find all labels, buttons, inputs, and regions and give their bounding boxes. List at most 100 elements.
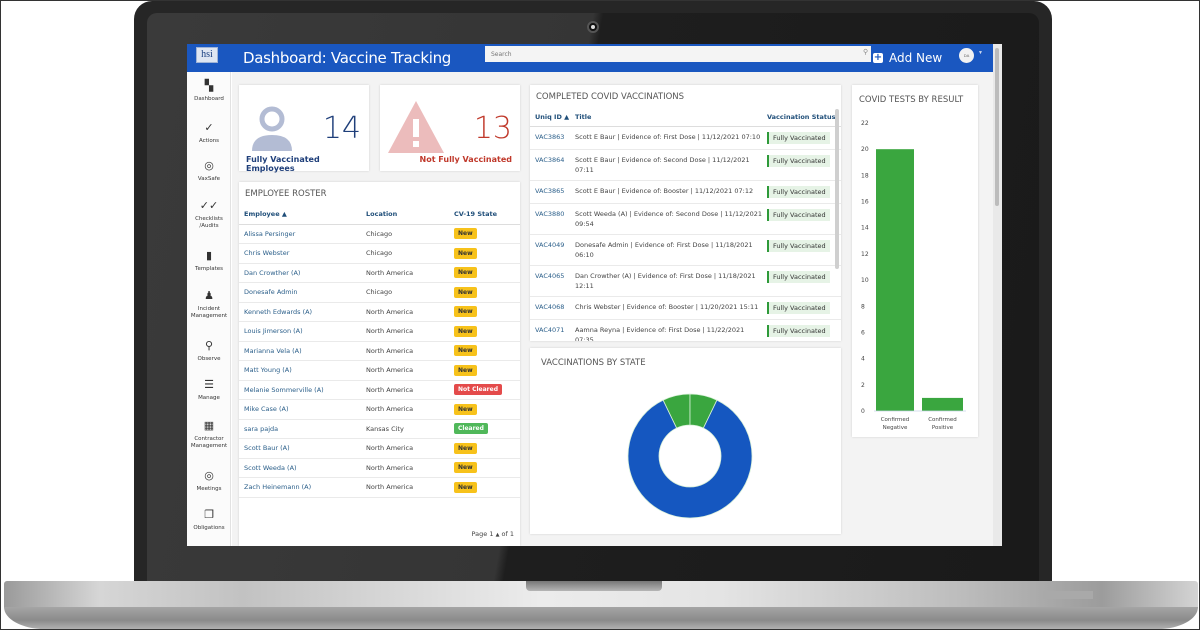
vaccination-id-link[interactable]: VAC4065 (530, 265, 570, 297)
bar-confirmed-negative[interactable] (876, 149, 914, 411)
column-header-vaccination-status[interactable]: Vaccination Status (762, 108, 841, 127)
sidebar-item-vaxsafe[interactable]: ◎ VaxSafe (187, 160, 231, 183)
employee-name[interactable]: Donesafe Admin (239, 282, 361, 303)
column-header-cv19-state[interactable]: CV-19 State (449, 205, 520, 225)
employee-name[interactable]: Scott Weeda (A) (239, 458, 361, 478)
sidebar-item-meetings[interactable]: ◎ Meetings (187, 470, 231, 493)
bar-confirmed-positive[interactable] (922, 397, 963, 411)
employee-name[interactable]: Zach Heinemann (A) (239, 477, 361, 498)
table-row[interactable]: VAC4049 Donesafe Admin | Evidence of: Fir… (530, 234, 841, 266)
vaccination-status-cell: Fully Vaccinated (762, 126, 841, 150)
y-tick-label: 18 (861, 172, 869, 179)
table-row[interactable]: sara pajda Kansas City Cleared (239, 419, 520, 439)
table-row[interactable]: Melanie Sommerville (A) North America Not … (239, 380, 520, 400)
sidebar-item-dashboard[interactable]: ▚ Dashboard (187, 80, 231, 103)
vaccinations-scrollbar[interactable] (835, 109, 839, 269)
table-row[interactable]: Alissa Persinger Chicago New (239, 224, 520, 244)
employee-name[interactable]: Mike Case (A) (239, 399, 361, 420)
table-row[interactable]: Donesafe Admin Chicago New (239, 282, 520, 303)
table-row[interactable]: VAC3863 Scott E Baur | Evidence of: First… (530, 126, 841, 150)
table-row[interactable]: Zach Heinemann (A) North America New (239, 477, 520, 498)
employee-name[interactable]: Matt Young (A) (239, 360, 361, 381)
y-tick-label: 12 (861, 251, 869, 258)
employee-name[interactable]: Kenneth Edwards (A) (239, 302, 361, 322)
employee-roster-table: Employee ▲ Location CV-19 State Alissa P… (239, 205, 520, 498)
status-badge: Fully Vaccinated (767, 239, 830, 252)
logo[interactable]: hsi (196, 47, 218, 63)
cv19-state-cell: New (449, 282, 520, 303)
table-row[interactable]: Matt Young (A) North America New (239, 360, 520, 381)
chevron-down-icon[interactable]: ▼ (978, 50, 983, 56)
column-header-location[interactable]: Location (361, 205, 449, 225)
page-stepper-icon[interactable]: ▲ (496, 532, 500, 538)
table-row[interactable]: Scott Weeda (A) North America New (239, 458, 520, 478)
employee-name[interactable]: sara pajda (239, 419, 361, 439)
employee-name[interactable]: Dan Crowther (A) (239, 263, 361, 283)
table-row[interactable]: VAC4071 Aamna Reyna | Evidence of: First … (530, 319, 841, 341)
status-badge: New (454, 364, 477, 376)
employee-name[interactable]: Melanie Sommerville (A) (239, 380, 361, 400)
table-row[interactable]: Chris Webster Chicago New (239, 243, 520, 264)
employee-name[interactable]: Chris Webster (239, 243, 361, 264)
page-scrollbar[interactable] (993, 44, 1002, 546)
completed-vaccinations-title: COMPLETED COVID VACCINATIONS (536, 92, 685, 102)
table-row[interactable]: VAC4068 Chris Webster | Evidence of: Boos… (530, 296, 841, 320)
scrollbar-thumb[interactable] (995, 48, 999, 206)
top-bar: hsi Dashboard: Vaccine Tracking ⚲ + Add … (187, 44, 993, 72)
table-row[interactable]: Louis Jimerson (A) North America New (239, 321, 520, 342)
page-number[interactable]: 1 (489, 530, 493, 538)
employee-name[interactable]: Marianna Vela (A) (239, 341, 361, 361)
kpi-card-vaccinated[interactable]: 14 Fully Vaccinated Employees (239, 85, 369, 173)
vaccination-title: Donesafe Admin | Evidence of: First Dose… (570, 234, 762, 266)
sidebar-item-actions[interactable]: ✓ Actions (187, 122, 231, 145)
add-new-button[interactable]: + Add New (873, 48, 942, 68)
employee-location: Chicago (361, 224, 449, 244)
vaccination-id-link[interactable]: VAC3864 (530, 149, 570, 181)
avatar[interactable]: DA (959, 48, 974, 63)
table-row[interactable]: Marianna Vela (A) North America New (239, 341, 520, 361)
table-row[interactable]: Scott Baur (A) North America New (239, 438, 520, 459)
vaccination-id-link[interactable]: VAC4071 (530, 319, 570, 341)
table-row[interactable]: Mike Case (A) North America New (239, 399, 520, 420)
vaccination-id-link[interactable]: VAC3880 (530, 203, 570, 235)
table-row[interactable]: VAC4065 Dan Crowther (A) | Evidence of: F… (530, 265, 841, 297)
employee-name[interactable]: Scott Baur (A) (239, 438, 361, 459)
vaccination-id-link[interactable]: VAC3865 (530, 180, 570, 204)
status-badge: Not Cleared (454, 384, 503, 396)
table-row[interactable]: VAC3880 Scott Weeda (A) | Evidence of: Se… (530, 203, 841, 235)
column-header-title[interactable]: Title (570, 108, 762, 127)
sidebar-item-label: Observe (197, 356, 221, 362)
sidebar-item-manage[interactable]: ☰ Manage (187, 379, 231, 402)
sidebar-item-checklists-audits[interactable]: ✓✓ Checklists /Audits (187, 200, 231, 230)
table-row[interactable]: VAC3864 Scott E Baur | Evidence of: Secon… (530, 149, 841, 181)
vaccination-id-link[interactable]: VAC4068 (530, 296, 570, 320)
table-row[interactable]: VAC3865 Scott E Baur | Evidence of: Boost… (530, 180, 841, 204)
sidebar-item-label: Meetings (196, 486, 222, 492)
column-header-uniq-id[interactable]: Uniq ID ▲ (530, 108, 570, 127)
vaccination-id-link[interactable]: VAC4049 (530, 234, 570, 266)
covid-tests-bar-chart: 0 2 4 6 8 10 12 14 16 18 20 22 Confirmed Negative Conf… (861, 120, 966, 431)
y-tick-label: 2 (861, 382, 865, 389)
sidebar-item-incident-management[interactable]: ♟ Incident Management (187, 290, 231, 320)
employee-name[interactable]: Alissa Persinger (239, 224, 361, 244)
column-header-employee[interactable]: Employee ▲ (239, 205, 361, 225)
cv19-state-cell: Not Cleared (449, 380, 520, 400)
table-row[interactable]: Kenneth Edwards (A) North America New (239, 302, 520, 322)
sidebar-item-contractor-management[interactable]: ▦ Contractor Management (187, 420, 231, 450)
search-input[interactable] (485, 46, 871, 62)
laptop-base-bottom (4, 607, 1198, 629)
vaccination-title: Scott E Baur | Evidence of: Booster | 11… (570, 180, 762, 204)
sidebar-item-templates[interactable]: ▮ Templates (187, 250, 231, 273)
x-tick-label: Confirmed (881, 417, 910, 423)
search-icon[interactable]: ⚲ (863, 48, 868, 56)
kpi-card-not-vaccinated[interactable]: 13 Not Fully Vaccinated (380, 85, 520, 171)
status-badge: Fully Vaccinated (767, 208, 830, 221)
employee-name[interactable]: Louis Jimerson (A) (239, 321, 361, 342)
status-badge: New (454, 247, 477, 259)
sidebar-item-obligations[interactable]: ❐ Obligations (187, 509, 231, 532)
table-row[interactable]: Dan Crowther (A) North America New (239, 263, 520, 283)
user-icon (252, 106, 292, 151)
vaccination-title: Dan Crowther (A) | Evidence of: First Do… (570, 265, 762, 297)
vaccination-id-link[interactable]: VAC3863 (530, 126, 570, 150)
sidebar-item-observe[interactable]: ⚲ Observe (187, 340, 231, 363)
